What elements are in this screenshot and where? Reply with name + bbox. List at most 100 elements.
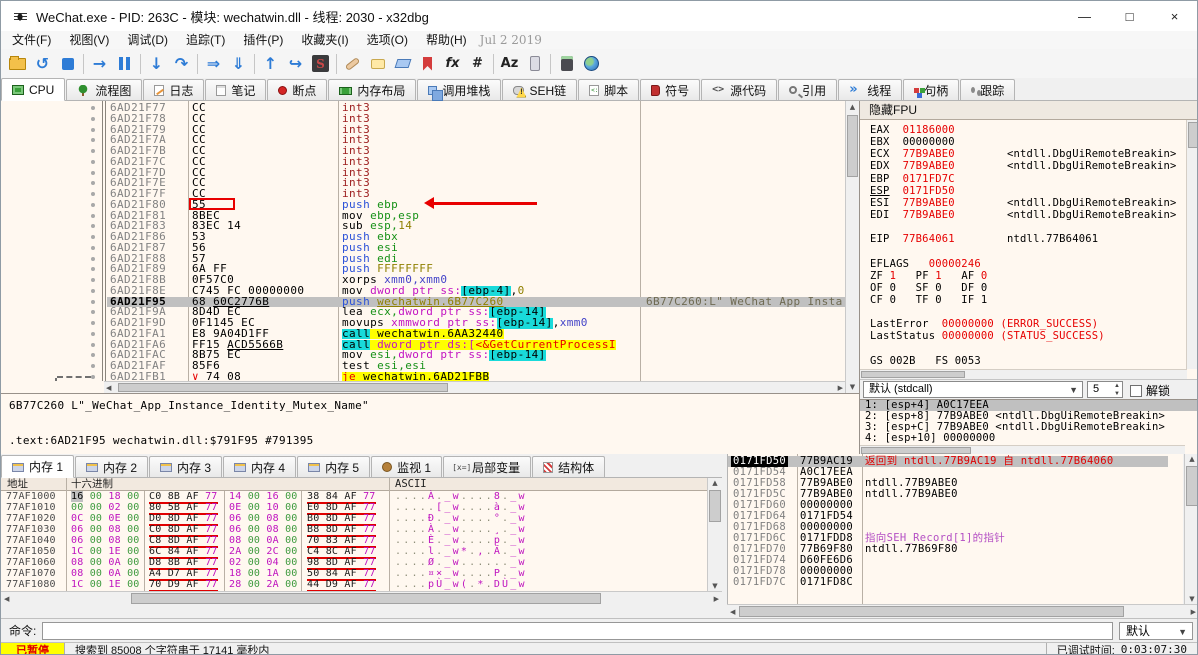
patch-icon[interactable] <box>340 51 365 76</box>
breakpoint-dot-icon[interactable] <box>91 374 95 379</box>
menu-item[interactable]: 视图(V) <box>60 31 118 49</box>
memory-row[interactable]: 77AF1020 0C 00 0E 00 D0 8D AF 77 06 00 08 0… <box>1 513 722 526</box>
run-until-icon[interactable]: ↑ <box>258 51 283 76</box>
register-line[interactable]: GS 002B FS 0053 <box>860 355 1186 367</box>
breakpoint-dot-icon[interactable] <box>91 342 95 347</box>
execute-till-return-icon[interactable]: ⇒ <box>201 51 226 76</box>
maximize-button[interactable]: □ <box>1107 1 1152 31</box>
hide-fpu-button[interactable]: 隐藏FPU <box>860 101 1197 120</box>
disasm-vscrollbar[interactable]: ▲ ▼ <box>845 101 859 393</box>
register-line[interactable]: EIP 77B64061 ntdll.77B64061 <box>860 233 1186 245</box>
stop-icon[interactable] <box>55 51 80 76</box>
stack-row[interactable]: 0171FD50 77B9AC19 返回到 ntdll.77B9AC19 自 ntd… <box>728 456 1168 467</box>
memory-row[interactable]: 77AF1050 1C 00 1E 00 6C 84 AF 77 2A 00 2C 0… <box>1 546 722 559</box>
unlock-option[interactable]: 解锁 <box>1130 382 1170 399</box>
open-file-icon[interactable] <box>5 51 30 76</box>
breakpoint-dot-icon[interactable] <box>91 202 95 207</box>
step-out-icon[interactable]: ⇓ <box>226 51 251 76</box>
calculator-icon[interactable] <box>554 51 579 76</box>
memory-row[interactable]: 77AF1030 06 00 08 00 C0 8D AF 77 06 00 08 0… <box>1 524 722 537</box>
register-line[interactable]: EFLAGS 00000246 <box>860 258 1186 270</box>
comment-icon[interactable] <box>365 51 390 76</box>
tab-结构体[interactable]: 结构体 <box>532 456 606 477</box>
tab-跟踪[interactable]: 跟踪 <box>960 79 1016 100</box>
stack-row[interactable]: 0171FD7C 0171FD8C <box>728 577 1168 588</box>
stack-row[interactable]: 0171FD5C 77B9ABE0 ntdll.77B9ABE0 <box>728 489 1168 500</box>
stack-pane[interactable]: 0171FD50 77B9AC19 返回到 ntdll.77B9AC19 自 ntd… <box>727 454 1183 604</box>
breakpoint-dot-icon[interactable] <box>91 331 95 336</box>
tab-线程[interactable]: 线程 <box>838 79 903 100</box>
register-line[interactable]: ZF 1 PF 1 AF 0 <box>860 270 1186 282</box>
register-line[interactable]: CF 0 TF 0 IF 1 <box>860 294 1186 306</box>
tab-内存 1[interactable]: 内存 1 <box>1 455 75 478</box>
menu-item[interactable]: 收藏夹(I) <box>292 31 357 49</box>
memory-dump-pane[interactable]: 地址 十六进制 ASCII 77AF1000 16 00 18 00 C0 8B A… <box>1 478 722 591</box>
disasm-hscroll-thumb[interactable] <box>118 383 448 392</box>
menu-item[interactable]: 帮助(H) <box>417 31 476 49</box>
stack-row[interactable]: 0171FD60 00000000 <box>728 500 1168 511</box>
menu-item[interactable]: 插件(P) <box>234 31 292 49</box>
breakpoint-dot-icon[interactable] <box>91 138 95 143</box>
disassembly-pane[interactable]: 6AD21F77 CC int3 6AD21F78 CC int3 6AD21F79 CC in… <box>1 101 845 381</box>
breakpoint-dot-icon[interactable] <box>91 245 95 250</box>
tab-日志[interactable]: 日志 <box>143 79 205 100</box>
breakpoint-dot-icon[interactable] <box>91 116 95 121</box>
run-icon[interactable]: → <box>87 51 112 76</box>
stack-row[interactable]: 0171FD78 00000000 <box>728 566 1168 577</box>
command-script-select[interactable]: 默认 ▼ <box>1119 621 1193 640</box>
breakpoint-dot-icon[interactable] <box>91 159 95 164</box>
stack-row[interactable]: 0171FD70 77B69F80 ntdll.77B69F80 <box>728 544 1168 555</box>
register-line[interactable]: EDI 77B9ABE0 <ntdll.DbgUiRemoteBreakin> <box>860 209 1186 221</box>
register-line[interactable] <box>860 221 1186 233</box>
register-line[interactable] <box>860 343 1186 355</box>
memory-hscrollbar[interactable]: ◀ ▶ <box>1 591 722 605</box>
stack-row[interactable]: 0171FD64 0171FD54 <box>728 511 1168 522</box>
tab-流程图[interactable]: 流程图 <box>66 79 143 100</box>
close-button[interactable]: × <box>1152 1 1197 31</box>
disasm-vscroll-thumb[interactable] <box>847 115 858 177</box>
tab-局部变量[interactable]: 局部变量 <box>443 456 532 477</box>
breakpoint-dot-icon[interactable] <box>91 170 95 175</box>
disasm-row[interactable]: 6AD21FB1 ∨ 74 08 je wechatwin.6AD21FBB <box>1 371 845 381</box>
breakpoint-dot-icon[interactable] <box>91 192 95 196</box>
tab-调用堆栈[interactable]: 调用堆栈 <box>417 79 502 101</box>
hash-icon[interactable]: # <box>465 51 490 76</box>
tab-内存布局[interactable]: 内存布局 <box>328 79 417 100</box>
memory-row[interactable]: 77AF1070 08 00 0A 00 A4 D7 AF 77 18 00 1A 0… <box>1 568 722 581</box>
menu-item[interactable]: 调试(D) <box>118 31 177 49</box>
tab-源代码[interactable]: 源代码 <box>701 79 778 100</box>
register-line[interactable]: EBP 0171FD7C <box>860 173 1186 185</box>
memory-vscrollbar[interactable]: ▲ ▼ <box>707 478 722 591</box>
breakpoint-dot-icon[interactable] <box>91 353 95 358</box>
register-line[interactable]: EAX 01186000 <box>860 124 1186 136</box>
breakpoint-dot-icon[interactable] <box>91 364 95 368</box>
register-line[interactable]: EBX 00000000 <box>860 136 1186 148</box>
register-line[interactable]: LastError 00000000 (ERROR_SUCCESS) <box>860 318 1186 330</box>
menu-item[interactable]: 文件(F) <box>3 31 60 49</box>
register-line[interactable]: LastStatus 00000000 (STATUS_SUCCESS) <box>860 330 1186 342</box>
tab-断点[interactable]: 断点 <box>267 79 328 100</box>
arguments-hscrollbar[interactable] <box>860 445 1185 454</box>
breakpoint-dot-icon[interactable] <box>91 321 95 325</box>
breakpoint-dot-icon[interactable] <box>91 224 95 229</box>
command-input[interactable] <box>42 621 1113 640</box>
calling-convention-select[interactable]: 默认 (stdcall) ▼ <box>863 381 1083 398</box>
tab-内存 2[interactable]: 内存 2 <box>75 456 149 477</box>
pause-icon[interactable] <box>112 51 137 76</box>
breakpoint-dot-icon[interactable] <box>91 149 95 153</box>
stack-hscrollbar[interactable]: ◀ ▶ <box>727 604 1197 618</box>
tab-句柄[interactable]: 句柄 <box>903 79 960 100</box>
step-over-icon[interactable]: ↷ <box>169 51 194 76</box>
register-line[interactable]: OF 0 SF 0 DF 0 <box>860 282 1186 294</box>
arg-depth-stepper[interactable]: 5 ▲ ▼ <box>1087 381 1123 398</box>
scylla-icon[interactable]: S <box>308 51 333 76</box>
step-into-icon[interactable]: ↓ <box>144 51 169 76</box>
registers-hscrollbar[interactable] <box>860 369 1187 379</box>
tab-脚本[interactable]: 脚本 <box>578 79 640 100</box>
memory-row[interactable]: 77AF1000 16 00 18 00 C0 8B AF 77 14 00 16 0… <box>1 491 722 504</box>
register-line[interactable]: ECX 77B9ABE0 <ntdll.DbgUiRemoteBreakin> <box>860 148 1186 160</box>
breakpoint-dot-icon[interactable] <box>91 256 95 261</box>
spinner-arrows-icon[interactable]: ▲ ▼ <box>1114 382 1120 398</box>
arguments-pane[interactable]: 1: [esp+4] A0C17EEA 2: [esp+8] 77B9ABE0 <… <box>860 399 1197 454</box>
bookmark-icon[interactable] <box>415 51 440 76</box>
